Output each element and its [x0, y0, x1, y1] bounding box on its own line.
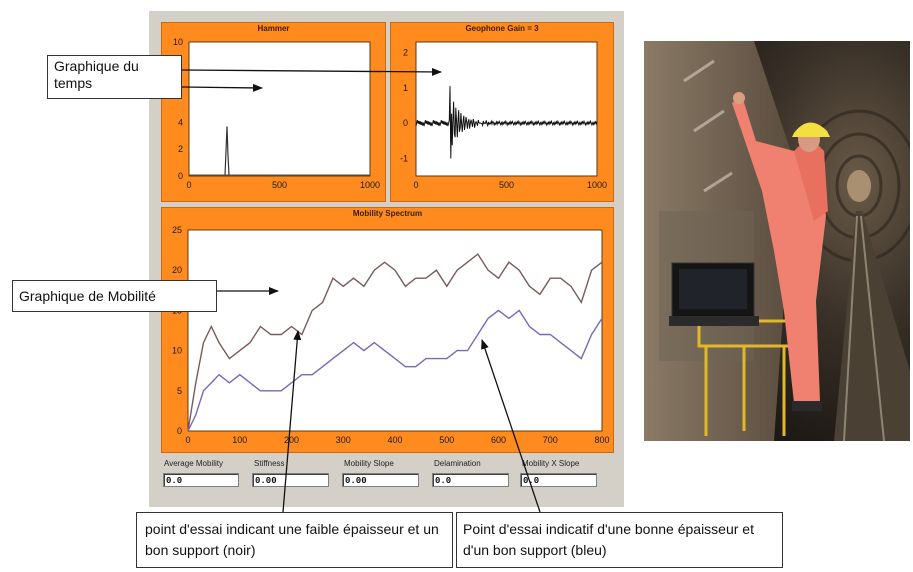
mobility-x-tick-5: 500: [439, 435, 454, 445]
geophone-y-tick-1: 1: [403, 83, 408, 93]
mobility-x-tick-3: 300: [336, 435, 351, 445]
mobility-x-tick-7: 700: [543, 435, 558, 445]
field-label-stiffness: Stiffness: [254, 459, 285, 468]
tunnel-photo: [644, 41, 910, 441]
hammer-chart: 0 500 1000 0 2 4 10: [173, 37, 380, 190]
callout-good-thickness: Point d'essai indicatif d'une bonne épai…: [456, 512, 783, 568]
hammer-x-tick-1: 500: [272, 180, 287, 190]
geophone-y-tick-0: 2: [403, 48, 408, 58]
hammer-y-tick-2: 4: [178, 117, 183, 127]
geophone-x-tick-2: 1000: [587, 180, 607, 190]
field-label-mobility-slope: Mobility Slope: [344, 459, 394, 468]
geophone-chart: 0 500 1000 2 1 0 -1: [400, 41, 607, 190]
geophone-y-tick-3: -1: [400, 153, 408, 163]
mobility-x-tick-4: 400: [387, 435, 402, 445]
mobility-x-tick-2: 200: [284, 435, 299, 445]
hammer-x-tick-0: 0: [186, 180, 191, 190]
mobility-y-tick-0: 0: [177, 426, 182, 436]
field-delamination[interactable]: 0.0: [432, 473, 509, 487]
hammer-x-tick-2: 1000: [360, 180, 380, 190]
mobility-x-tick-6: 600: [491, 435, 506, 445]
mobility-y-tick-1: 5: [177, 386, 182, 396]
plot-area: [415, 41, 598, 177]
field-label-mobility-x-slope: Mobility X Slope: [522, 459, 580, 468]
mobility-x-tick-0: 0: [185, 435, 190, 445]
field-stiffness[interactable]: 0.00: [252, 473, 329, 487]
hammer-y-tick-3: 10: [173, 37, 183, 47]
field-mobility-slope[interactable]: 0.00: [342, 473, 419, 487]
mobility-y-tick-2: 10: [172, 346, 182, 356]
mobility-x-tick-1: 100: [232, 435, 247, 445]
mobility-y-tick-5: 25: [172, 225, 182, 235]
mobility-chart: 01002003004005006007008000510152025: [172, 225, 610, 445]
callout-mobility-graph: Graphique de Mobilité: [12, 280, 217, 312]
field-label-average-mobility: Average Mobility: [164, 459, 223, 468]
plot-area: [187, 229, 603, 432]
callout-low-thickness: point d'essai indicant une faible épaiss…: [136, 512, 453, 568]
hammer-y-tick-0: 0: [178, 171, 183, 181]
field-average-mobility[interactable]: 0.0: [163, 473, 239, 487]
mobility-y-tick-4: 20: [172, 265, 182, 275]
plot-area: [188, 41, 371, 177]
field-mobility-x-slope[interactable]: 0.0: [520, 473, 597, 487]
field-label-delamination: Delamination: [434, 459, 481, 468]
geophone-x-tick-0: 0: [413, 180, 418, 190]
callout-time-graph: Graphique du temps: [47, 55, 182, 99]
mobility-x-tick-8: 800: [594, 435, 609, 445]
geophone-x-tick-1: 500: [499, 180, 514, 190]
geophone-y-tick-2: 0: [403, 118, 408, 128]
hammer-y-tick-1: 2: [178, 144, 183, 154]
